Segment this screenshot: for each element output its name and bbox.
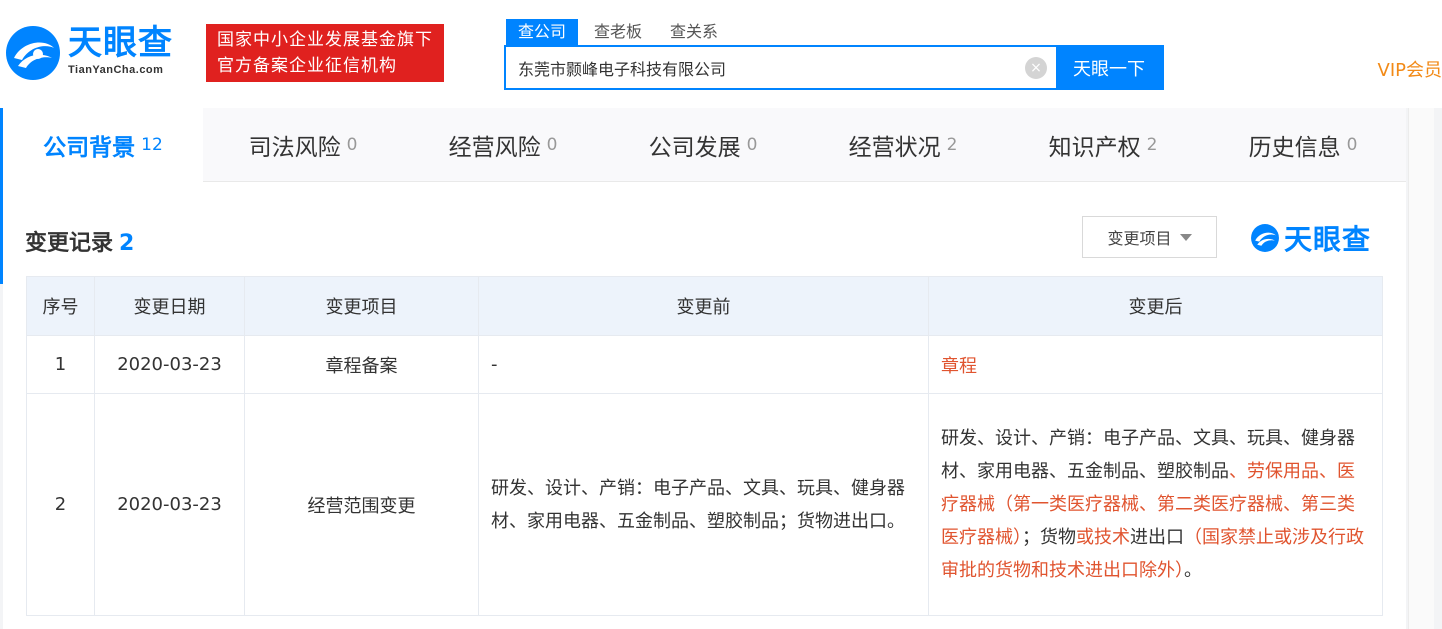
- header-date: 变更日期: [94, 276, 245, 336]
- tab-count: 0: [1346, 135, 1358, 155]
- after-segment: 。: [1184, 560, 1202, 581]
- section-title-text: 变更记录: [25, 231, 114, 256]
- tab-judicial-risk[interactable]: 司法风险 0: [203, 108, 403, 182]
- after-segment-added: 或技术: [1076, 527, 1130, 548]
- search-type-tabs: 查公司 查老板 查关系: [506, 19, 734, 45]
- filter-label: 变更项目: [1107, 229, 1172, 248]
- search-button[interactable]: 天眼一下: [1056, 47, 1162, 88]
- tab-count: 0: [546, 135, 558, 155]
- tab-label: 经营状况: [848, 135, 941, 161]
- search-box: × 天眼一下: [504, 45, 1164, 90]
- cell-item: 经营范围变更: [244, 393, 479, 616]
- search-tab-boss[interactable]: 查老板: [582, 19, 654, 45]
- tab-company-development[interactable]: 公司发展 0: [603, 108, 803, 182]
- site-logo[interactable]: 天眼查 TianYanCha.com: [4, 24, 194, 84]
- tab-label: 经营风险: [448, 135, 541, 161]
- top-header: 天眼查 TianYanCha.com 国家中小企业发展基金旗下 官方备案企业征信…: [0, 0, 1442, 108]
- tab-label: 知识产权: [1048, 135, 1141, 161]
- watermark-text: 天眼查: [1284, 223, 1372, 256]
- cell-before: -: [478, 335, 929, 394]
- search-input[interactable]: [506, 47, 1016, 88]
- tab-count: 2: [946, 135, 958, 155]
- eye-logo-icon: [6, 26, 60, 80]
- cell-index: 2: [26, 393, 95, 616]
- tab-operating-status[interactable]: 经营状况 2: [803, 108, 1003, 182]
- cell-date: 2020-03-23: [94, 393, 245, 616]
- tab-count: 2: [1146, 135, 1158, 155]
- header-index: 序号: [26, 276, 95, 336]
- category-tabs: 公司背景 12 司法风险 0 经营风险 0 公司发展 0 经营状况 2 知识产权…: [3, 108, 1406, 182]
- cell-before: 研发、设计、产销：电子产品、文具、玩具、健身器材、家用电器、五金制品、塑胶制品；…: [478, 393, 929, 616]
- table-header-row: 序号 变更日期 变更项目 变更前 变更后: [26, 276, 1383, 336]
- eye-logo-icon: [1251, 224, 1279, 252]
- tab-operating-risk[interactable]: 经营风险 0: [403, 108, 603, 182]
- logo-title: 天眼查: [68, 23, 173, 63]
- badge-line-2: 官方备案企业征信机构: [217, 56, 397, 76]
- header-before: 变更前: [478, 276, 929, 336]
- tab-count: 12: [141, 135, 163, 155]
- tab-label: 司法风险: [248, 135, 341, 161]
- cell-after[interactable]: 章程: [928, 335, 1383, 394]
- caret-down-icon: [1179, 233, 1192, 241]
- table-row: 2 2020-03-23 经营范围变更 研发、设计、产销：电子产品、文具、玩具、…: [26, 393, 1383, 616]
- watermark-logo: 天眼查: [1250, 218, 1371, 258]
- logo-domain: TianYanCha.com: [68, 64, 164, 76]
- clear-search-button[interactable]: ×: [1016, 47, 1056, 88]
- clear-icon: ×: [1025, 56, 1047, 79]
- cell-date: 2020-03-23: [94, 335, 245, 394]
- tab-label: 公司发展: [648, 135, 741, 161]
- tab-label: 公司背景: [43, 135, 136, 161]
- vip-link[interactable]: VIP会员: [1378, 56, 1442, 82]
- cell-index: 1: [26, 335, 95, 394]
- page-scrollbar-track[interactable]: [1408, 108, 1434, 629]
- header-after: 变更后: [928, 276, 1383, 336]
- company-info-card: 公司背景 12 司法风险 0 经营风险 0 公司发展 0 经营状况 2 知识产权…: [3, 108, 1406, 629]
- change-item-filter-dropdown[interactable]: 变更项目: [1082, 216, 1217, 258]
- after-segment: ；货物: [1022, 527, 1076, 548]
- tab-history-info[interactable]: 历史信息 0: [1203, 108, 1403, 182]
- header-item: 变更项目: [244, 276, 479, 336]
- change-records-table: 序号 变更日期 变更项目 变更前 变更后 1 2020-03-23 章程备案 -…: [26, 276, 1383, 616]
- after-segment[interactable]: 章程: [941, 356, 977, 377]
- tab-company-background[interactable]: 公司背景 12: [3, 108, 203, 182]
- tab-count: 0: [346, 135, 358, 155]
- tab-label: 历史信息: [1248, 135, 1341, 161]
- search-tab-company[interactable]: 查公司: [506, 19, 579, 45]
- badge-line-1: 国家中小企业发展基金旗下: [217, 30, 433, 50]
- search-tab-relation[interactable]: 查关系: [658, 19, 730, 45]
- after-segment: 进出口: [1130, 527, 1184, 548]
- official-badge: 国家中小企业发展基金旗下 官方备案企业征信机构: [206, 24, 444, 82]
- section-title: 变更记录 2: [25, 225, 134, 257]
- table-row: 1 2020-03-23 章程备案 - 章程: [26, 335, 1383, 394]
- tab-count: 0: [746, 135, 758, 155]
- tab-intellectual-property[interactable]: 知识产权 2: [1003, 108, 1203, 182]
- cell-item: 章程备案: [244, 335, 479, 394]
- cell-after: 研发、设计、产销：电子产品、文具、玩具、健身器材、家用电器、五金制品、塑胶制品、…: [928, 393, 1383, 616]
- section-count: 2: [119, 231, 135, 256]
